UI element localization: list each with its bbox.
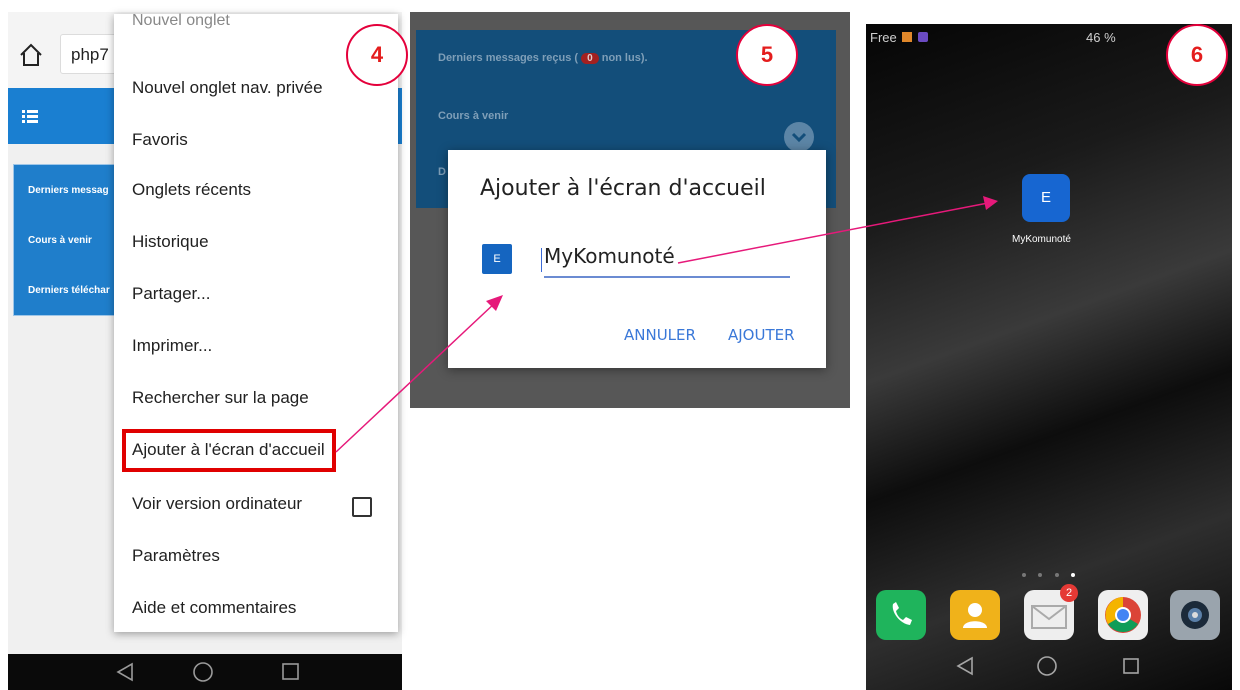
dim-row-messages-prefix: Derniers messages reçus ( [438, 52, 579, 64]
android-nav-bar [866, 644, 1232, 690]
mail-badge: 2 [1060, 584, 1078, 602]
overflow-menu: Nouvel onglet Nouvel onglet nav. privée … [114, 12, 398, 632]
dim-row-third: D [438, 166, 446, 178]
recents-icon[interactable] [1123, 658, 1139, 674]
menu-item-new-tab[interactable]: Nouvel onglet [132, 12, 230, 30]
menu-item-private-tab[interactable]: Nouvel onglet nav. privée [132, 78, 323, 98]
nav-buttons [956, 656, 1139, 676]
chevron-down-icon[interactable] [784, 122, 814, 152]
menu-item-desktop-site[interactable]: Voir version ordinateur [132, 494, 302, 514]
page-dot-active [1071, 573, 1076, 577]
menu-item-find-in-page[interactable]: Rechercher sur la page [132, 388, 309, 408]
app-label: MyKomunoté [1012, 234, 1071, 245]
page-dot [1038, 573, 1043, 577]
dim-row-messages: Derniers messages reçus ( 0 non lus). [438, 52, 648, 64]
recents-icon[interactable] [282, 663, 299, 680]
dialog-title: Ajouter à l'écran d'accueil [480, 176, 766, 201]
list-icon[interactable] [22, 110, 38, 124]
chrome-app-icon[interactable] [1098, 590, 1148, 640]
add-to-home-dialog: Ajouter à l'écran d'accueil E MyKomunoté… [448, 150, 826, 368]
desktop-site-checkbox[interactable] [352, 497, 372, 517]
phone-icon [892, 602, 912, 625]
highlight-box [122, 429, 336, 472]
notification-icon [902, 32, 912, 42]
nav-buttons [116, 662, 299, 682]
menu-item-share[interactable]: Partager... [132, 284, 210, 304]
android-nav-bar [8, 654, 402, 690]
contacts-app-icon[interactable] [950, 590, 1000, 640]
carrier-label: Free [870, 30, 897, 45]
shortcut-name-input[interactable]: MyKomunoté [541, 244, 790, 278]
camera-icon [1181, 601, 1209, 629]
step-badge-4: 4 [346, 24, 408, 86]
home-icon[interactable] [18, 42, 44, 68]
page-dot [1054, 573, 1059, 577]
unread-count-badge: 0 [581, 53, 599, 64]
step-badge-6: 6 [1166, 24, 1228, 86]
add-button[interactable]: AJOUTER [728, 326, 795, 344]
contacts-icon [963, 603, 987, 628]
text-cursor [541, 248, 542, 272]
app-preview-icon: E [482, 244, 512, 274]
notification-icon-2 [918, 32, 928, 42]
dim-row-messages-suffix: non lus). [601, 52, 648, 64]
camera-app-icon[interactable] [1170, 590, 1220, 640]
home-screen: Free 46 % E MyKomunoté 2 [866, 24, 1232, 690]
home-circle-icon[interactable] [193, 662, 213, 682]
page-indicator [1022, 564, 1083, 582]
card-row-courses[interactable]: Cours à venir [28, 235, 92, 246]
menu-item-recent-tabs[interactable]: Onglets récents [132, 180, 251, 200]
battery-level: 46 % [1086, 30, 1116, 45]
card-row-messages[interactable]: Derniers messag [28, 185, 109, 196]
page-dot [1022, 573, 1026, 577]
chrome-icon [1105, 597, 1141, 633]
dim-row-courses: Cours à venir [438, 110, 509, 122]
back-icon[interactable] [956, 656, 973, 676]
menu-item-help[interactable]: Aide et commentaires [132, 598, 296, 618]
shortcut-name-value: MyKomunoté [544, 244, 675, 268]
cancel-button[interactable]: ANNULER [624, 326, 696, 344]
back-icon[interactable] [116, 662, 133, 682]
card-row-downloads[interactable]: Derniers téléchar [28, 285, 110, 296]
menu-item-print[interactable]: Imprimer... [132, 336, 212, 356]
mail-app-icon[interactable]: 2 [1024, 584, 1078, 640]
step-badge-5: 5 [736, 24, 798, 86]
phone-app-icon[interactable] [876, 590, 926, 640]
menu-item-settings[interactable]: Paramètres [132, 546, 220, 566]
menu-item-bookmarks[interactable]: Favoris [132, 130, 188, 150]
menu-item-history[interactable]: Historique [132, 232, 209, 252]
home-circle-icon[interactable] [1037, 656, 1057, 676]
mykomunote-app-icon[interactable]: E [1022, 174, 1070, 222]
